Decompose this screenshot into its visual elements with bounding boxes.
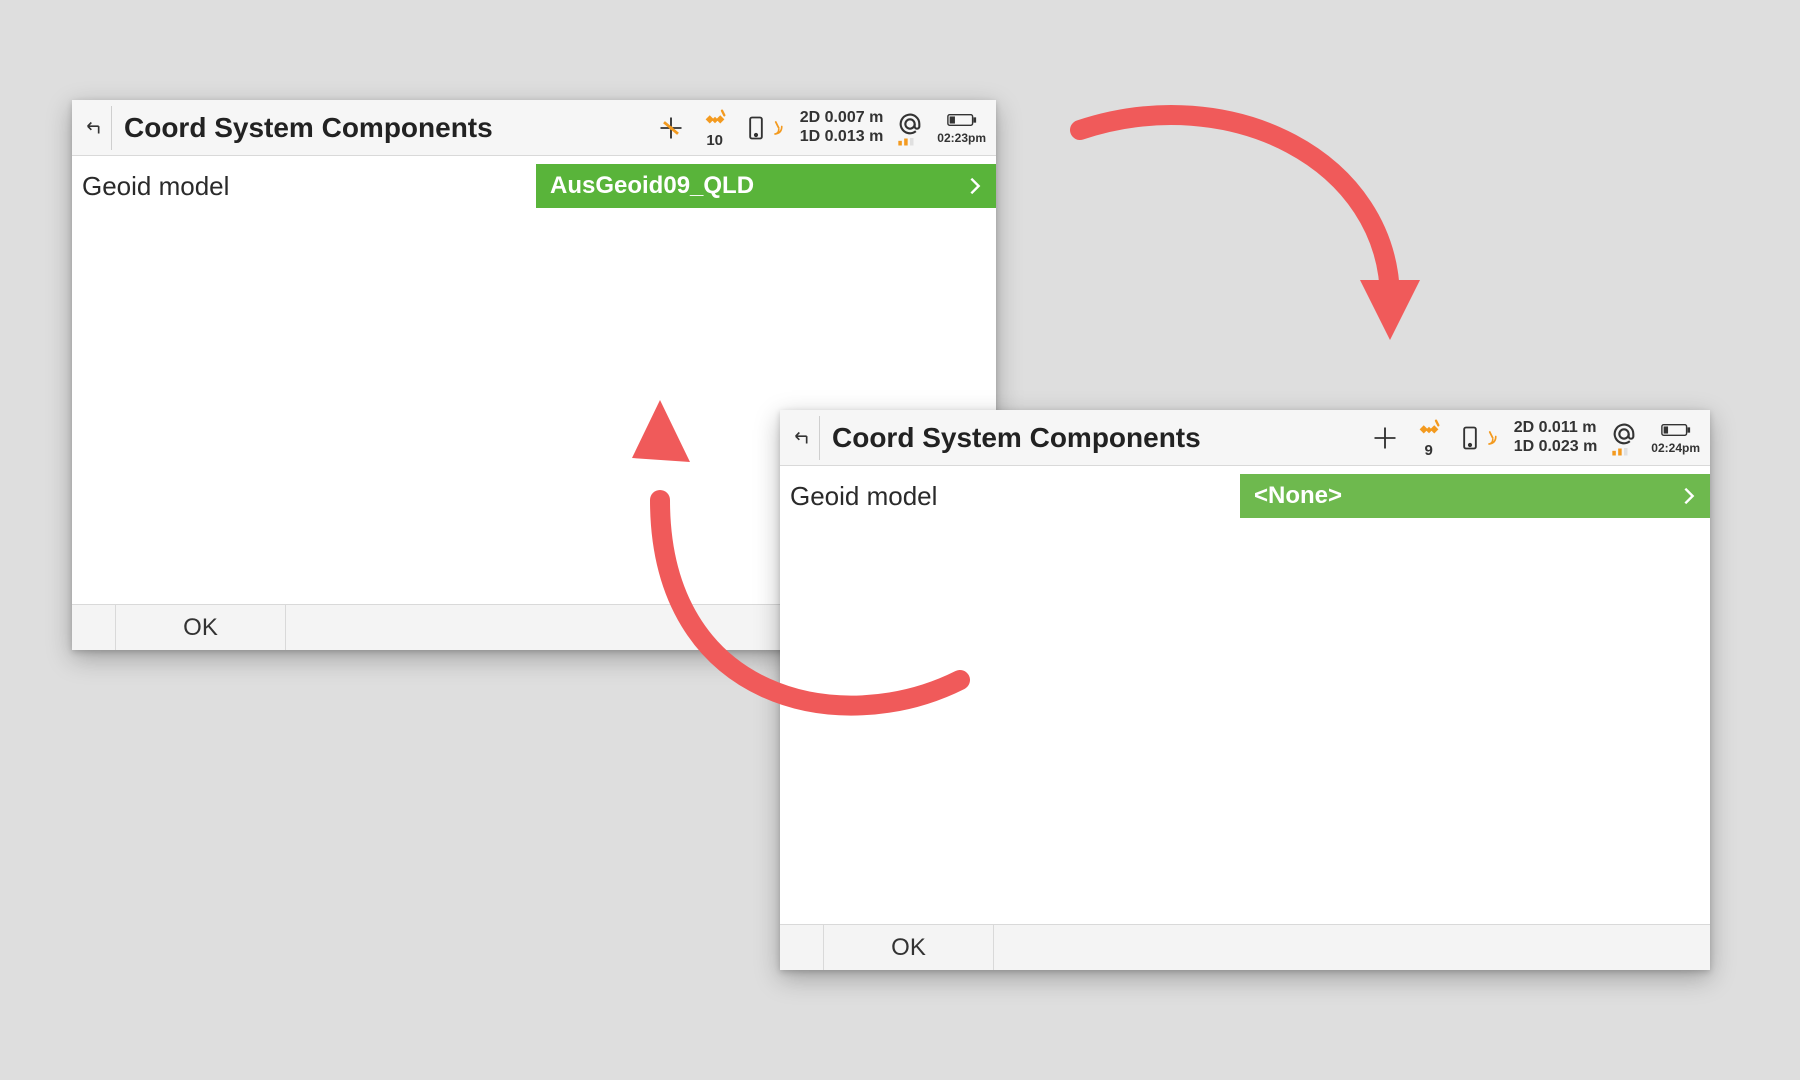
geoid-model-value: AusGeoid09_QLD [550, 172, 754, 200]
satellite-count: 10 [706, 132, 723, 149]
back-button[interactable] [78, 106, 112, 150]
geoid-model-label: Geoid model [82, 171, 536, 202]
geoid-model-label: Geoid model [790, 481, 1240, 512]
precision-1d: 1D 0.023 m [1514, 438, 1598, 456]
page-title: Coord System Components [832, 422, 1201, 454]
chevron-right-icon [964, 175, 986, 197]
header-bar: Coord System Components 10 [72, 100, 996, 156]
footer-spacer [72, 605, 116, 650]
header-bar: Coord System Components 9 [780, 410, 1710, 466]
target-icon[interactable] [1368, 414, 1402, 462]
satellite-icon[interactable]: 10 [698, 104, 732, 152]
at-icon[interactable] [1607, 414, 1641, 462]
ok-button[interactable]: OK [116, 605, 286, 650]
geoid-row: Geoid model <None> [780, 466, 1710, 518]
clock-text: 02:24pm [1651, 441, 1700, 455]
at-icon[interactable] [893, 104, 927, 152]
satellite-count: 9 [1425, 442, 1433, 459]
geoid-model-value: <None> [1254, 482, 1342, 510]
geoid-row: Geoid model AusGeoid09_QLD [72, 156, 996, 208]
radio-icon[interactable] [742, 104, 790, 152]
battery-clock[interactable]: 02:24pm [1651, 421, 1700, 455]
footer-spacer [780, 925, 824, 970]
precision-1d: 1D 0.013 m [800, 128, 884, 146]
precision-readout: 2D 0.007 m 1D 0.013 m [800, 109, 884, 146]
coord-panel-b: Coord System Components 9 [780, 410, 1710, 970]
geoid-model-picker[interactable]: AusGeoid09_QLD [536, 164, 996, 208]
chevron-right-icon [1678, 485, 1700, 507]
radio-icon[interactable] [1456, 414, 1504, 462]
status-bar: 10 2D 0.007 m 1D 0.013 m [654, 104, 986, 152]
target-icon[interactable] [654, 104, 688, 152]
geoid-model-picker[interactable]: <None> [1240, 474, 1710, 518]
back-button[interactable] [786, 416, 820, 460]
precision-readout: 2D 0.011 m 1D 0.023 m [1514, 419, 1598, 456]
satellite-icon[interactable]: 9 [1412, 414, 1446, 462]
page-title: Coord System Components [124, 112, 493, 144]
precision-2d: 2D 0.007 m [800, 109, 884, 127]
clock-text: 02:23pm [937, 131, 986, 145]
status-bar: 9 2D 0.011 m 1D 0.023 m [1368, 414, 1700, 462]
ok-button[interactable]: OK [824, 925, 994, 970]
footer-bar: OK [780, 924, 1710, 970]
precision-2d: 2D 0.011 m [1514, 419, 1598, 437]
battery-clock[interactable]: 02:23pm [937, 111, 986, 145]
